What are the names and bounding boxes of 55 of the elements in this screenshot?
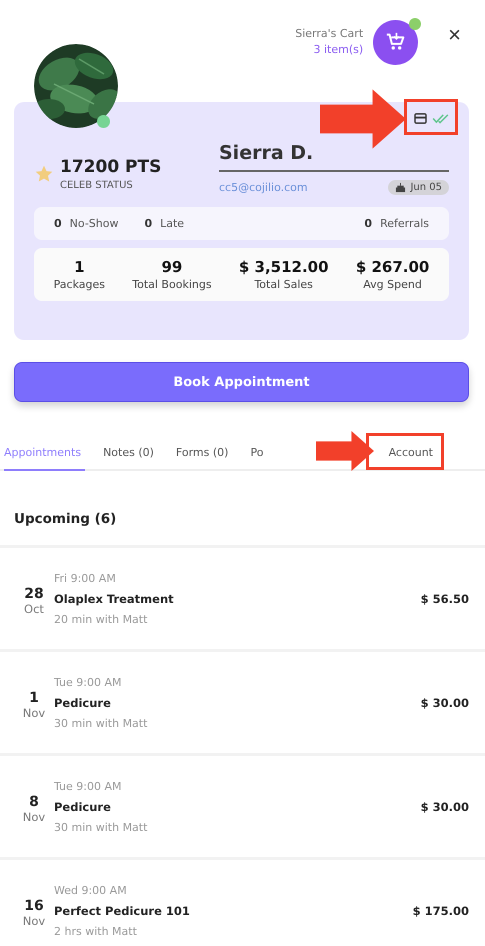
appointment-price: $ 30.00 xyxy=(420,800,469,814)
count-value: 0 xyxy=(144,217,152,230)
book-appointment-button[interactable]: Book Appointment xyxy=(14,362,469,402)
count-label: Late xyxy=(160,217,184,230)
date-day: 8 xyxy=(14,794,54,810)
count-value: 0 xyxy=(364,217,372,230)
date-day: 1 xyxy=(14,690,54,706)
points-value: 17200 PTS xyxy=(60,156,162,176)
tab[interactable]: Notes (0) xyxy=(103,440,158,469)
stat-label: Total Sales xyxy=(253,278,314,291)
appointment-time: Fri 9:00 AM xyxy=(54,572,117,584)
cart-title: Sierra's Cart xyxy=(295,26,364,42)
date-month: Oct xyxy=(23,602,45,616)
section-title: Upcoming (6) xyxy=(0,471,485,548)
service-name[interactable]: Olaplex Treatment xyxy=(54,592,421,606)
service-name[interactable]: Pedicure xyxy=(54,800,421,814)
date-day: 16 xyxy=(14,898,54,914)
stat-value: $ 267.00 xyxy=(356,258,430,276)
appointment-time: Wed 9:00 AM xyxy=(54,884,128,896)
highlight-box xyxy=(404,99,458,135)
date-month: Nov xyxy=(22,810,46,824)
appointment-price: $ 56.50 xyxy=(420,592,469,606)
tab[interactable]: Account xyxy=(388,440,433,469)
status-label: CELEB STATUS xyxy=(60,180,134,190)
appointment-price: $ 175.00 xyxy=(412,904,469,918)
cake-icon xyxy=(395,182,406,193)
stat-value: 99 xyxy=(160,258,184,276)
appointment-detail: 30 min with Matt xyxy=(54,820,148,834)
date-month: Nov xyxy=(22,706,46,720)
close-button[interactable]: × xyxy=(448,22,461,48)
count-label: Referrals xyxy=(380,217,429,230)
tab[interactable]: Forms (0) xyxy=(176,440,232,469)
appointment-detail: 2 hrs with Matt xyxy=(54,924,138,938)
appointment-price: $ 30.00 xyxy=(420,696,469,710)
stat-value: 1 xyxy=(73,258,86,276)
tab[interactable]: Po xyxy=(250,440,268,469)
service-name[interactable]: Perfect Pedicure 101 xyxy=(54,904,413,918)
stat-label: Packages xyxy=(54,278,105,291)
appointment-detail: 20 min with Matt xyxy=(54,612,148,626)
client-name: Sierra D. xyxy=(219,142,449,172)
cart-button[interactable] xyxy=(373,20,418,64)
count-value: 0 xyxy=(54,217,62,230)
appointment-time: Tue 9:00 AM xyxy=(54,780,122,792)
cart-count[interactable]: 3 item(s) xyxy=(295,42,364,58)
service-name[interactable]: Pedicure xyxy=(54,696,421,710)
birthday-badge: Jun 05 xyxy=(388,180,449,195)
star-icon xyxy=(34,164,54,184)
stat-label: Total Bookings xyxy=(132,278,212,291)
appointment-time: Tue 9:00 AM xyxy=(54,676,122,688)
appointment-detail: 30 min with Matt xyxy=(54,716,148,730)
date-month: Nov xyxy=(22,914,46,928)
stat-value: $ 3,512.00 xyxy=(238,258,329,276)
count-label: No-Show xyxy=(70,217,118,230)
date-day: 28 xyxy=(14,586,54,602)
stat-label: Avg Spend xyxy=(362,278,423,291)
